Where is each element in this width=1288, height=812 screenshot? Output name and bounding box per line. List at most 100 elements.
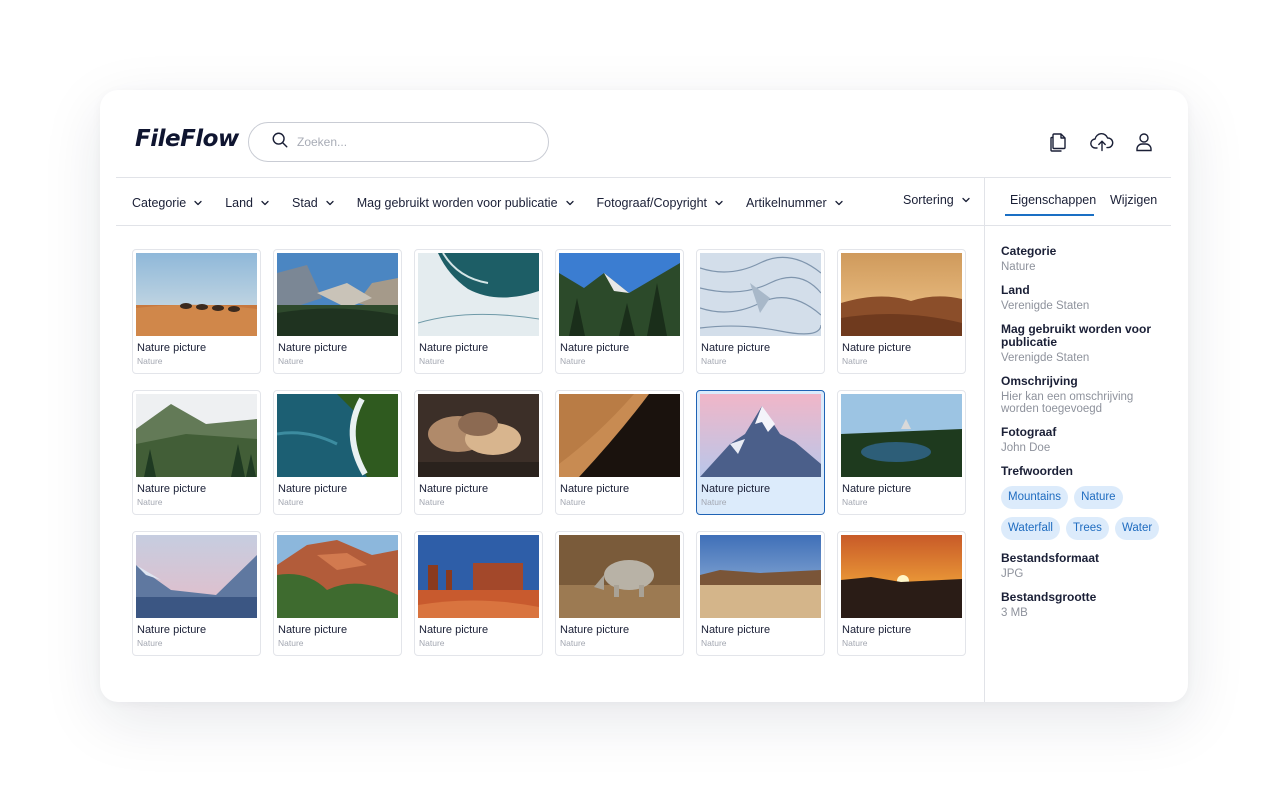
- image-category: Nature: [701, 497, 727, 507]
- keyword-tag[interactable]: Nature: [1074, 486, 1123, 509]
- prop-categorie: Categorie Nature: [1001, 245, 1171, 274]
- image-card[interactable]: Nature picture Nature: [132, 390, 261, 515]
- keyword-tag[interactable]: Water: [1114, 517, 1160, 540]
- tab-eigenschappen[interactable]: Eigenschappen: [1010, 193, 1096, 207]
- sort-dropdown[interactable]: Sortering: [903, 193, 971, 207]
- prop-value: John Doe: [1001, 442, 1051, 454]
- image-title: Nature picture: [701, 342, 771, 354]
- image-card[interactable]: Nature picture Nature: [273, 249, 402, 374]
- image-thumbnail: [277, 535, 398, 618]
- panel-divider: [984, 177, 985, 702]
- image-title: Nature picture: [842, 624, 912, 636]
- fileflow-logo[interactable]: FileFlow: [135, 126, 239, 152]
- image-title: Nature picture: [419, 624, 489, 636]
- image-card[interactable]: Nature picture Nature: [132, 531, 261, 656]
- prop-label: Bestandsformaat: [1001, 551, 1100, 565]
- tab-wijzigen[interactable]: Wijzigen: [1110, 193, 1157, 207]
- image-card[interactable]: Nature picture Nature: [555, 249, 684, 374]
- image-title: Nature picture: [137, 483, 207, 495]
- image-thumbnail: [700, 394, 821, 477]
- image-thumbnail: [841, 535, 962, 618]
- image-category: Nature: [278, 497, 304, 507]
- image-category: Nature: [137, 497, 163, 507]
- filter-label: Mag gebruikt worden voor publicatie: [356, 196, 558, 210]
- prop-label: Mag gebruikt worden voor publicatie: [1001, 322, 1152, 349]
- prop-fotograaf: Fotograaf John Doe: [1001, 426, 1171, 455]
- prop-bestandsgrootte: Bestandsgrootte 3 MB: [1001, 590, 1171, 620]
- image-category: Nature: [842, 356, 868, 366]
- filter-publicatie[interactable]: Mag gebruikt worden voor publicatie: [357, 196, 575, 210]
- image-thumbnail: [136, 394, 257, 477]
- image-thumbnail: [418, 394, 539, 477]
- image-title: Nature picture: [137, 624, 207, 636]
- prop-value: Nature: [1001, 261, 1036, 273]
- image-category: Nature: [137, 638, 163, 648]
- prop-label: Land: [1001, 283, 1030, 297]
- image-title: Nature picture: [560, 624, 630, 636]
- image-card[interactable]: Nature picture Nature: [273, 390, 402, 515]
- image-category: Nature: [278, 356, 304, 366]
- image-thumbnail: [841, 253, 962, 336]
- search-icon: [271, 131, 289, 154]
- prop-value: Hier kan een omschrijving worden toegevo…: [1001, 391, 1134, 415]
- documents-icon[interactable]: [1047, 131, 1069, 153]
- prop-value: 3 MB: [1001, 607, 1028, 619]
- image-title: Nature picture: [278, 624, 348, 636]
- chevron-down-icon: [715, 200, 723, 206]
- filter-fotograaf[interactable]: Fotograaf/Copyright: [597, 196, 724, 210]
- image-card[interactable]: Nature picture Nature: [696, 249, 825, 374]
- properties-panel: Categorie Nature Land Verenigde Staten M…: [1001, 245, 1171, 630]
- keyword-tag[interactable]: Waterfall: [1001, 517, 1060, 540]
- image-thumbnail: [559, 394, 680, 477]
- image-title: Nature picture: [842, 483, 912, 495]
- image-category: Nature: [560, 638, 586, 648]
- image-card[interactable]: Nature picture Nature: [132, 249, 261, 374]
- prop-value: JPG: [1001, 568, 1024, 580]
- user-icon[interactable]: [1133, 131, 1155, 153]
- image-card[interactable]: Nature picture Nature: [273, 531, 402, 656]
- image-thumbnail: [418, 535, 539, 618]
- search-input[interactable]: [297, 135, 517, 149]
- image-card[interactable]: Nature picture Nature: [414, 249, 543, 374]
- filter-label: Fotograaf/Copyright: [596, 196, 708, 210]
- image-title: Nature picture: [842, 342, 912, 354]
- active-tab-indicator: [1005, 214, 1094, 216]
- image-category: Nature: [419, 356, 445, 366]
- filter-artikelnummer[interactable]: Artikelnummer: [746, 196, 844, 210]
- prop-bestandsformaat: Bestandsformaat JPG: [1001, 551, 1171, 581]
- image-card[interactable]: Nature picture Nature: [837, 531, 966, 656]
- image-card[interactable]: Nature picture Nature: [837, 390, 966, 515]
- search-box[interactable]: [248, 122, 549, 162]
- cloud-upload-icon[interactable]: [1089, 131, 1115, 153]
- image-card[interactable]: Nature picture Nature: [837, 249, 966, 374]
- image-thumbnail: [277, 394, 398, 477]
- filter-land[interactable]: Land: [225, 196, 270, 210]
- image-title: Nature picture: [278, 483, 348, 495]
- prop-omschrijving: Omschrijving Hier kan een omschrijving w…: [1001, 375, 1171, 416]
- image-card[interactable]: Nature picture Nature: [696, 531, 825, 656]
- prop-publicatie: Mag gebruikt worden voor publicatie Vere…: [1001, 322, 1171, 365]
- image-card[interactable]: Nature picture Nature: [414, 390, 543, 515]
- prop-label: Bestandsgrootte: [1001, 590, 1097, 604]
- image-thumbnail: [700, 535, 821, 618]
- image-card[interactable]: Nature picture Nature: [414, 531, 543, 656]
- image-thumbnail: [559, 253, 680, 336]
- prop-value: Verenigde Staten: [1001, 352, 1090, 364]
- image-title: Nature picture: [419, 342, 489, 354]
- image-card[interactable]: Nature picture Nature: [555, 531, 684, 656]
- image-title: Nature picture: [701, 624, 771, 636]
- keyword-tag[interactable]: Trees: [1065, 517, 1109, 540]
- filter-stad[interactable]: Stad: [292, 196, 335, 210]
- filter-label: Land: [225, 196, 254, 210]
- image-category: Nature: [419, 497, 445, 507]
- filter-categorie[interactable]: Categorie: [132, 196, 203, 210]
- chevron-down-icon: [962, 197, 970, 203]
- image-thumbnail: [559, 535, 680, 618]
- image-category: Nature: [419, 638, 445, 648]
- image-card[interactable]: Nature picture Nature: [555, 390, 684, 515]
- image-title: Nature picture: [560, 483, 630, 495]
- prop-land: Land Verenigde Staten: [1001, 283, 1171, 313]
- image-category: Nature: [842, 497, 868, 507]
- image-card[interactable]: Nature picture Nature: [696, 390, 825, 515]
- keyword-tag[interactable]: Mountains: [1001, 486, 1069, 509]
